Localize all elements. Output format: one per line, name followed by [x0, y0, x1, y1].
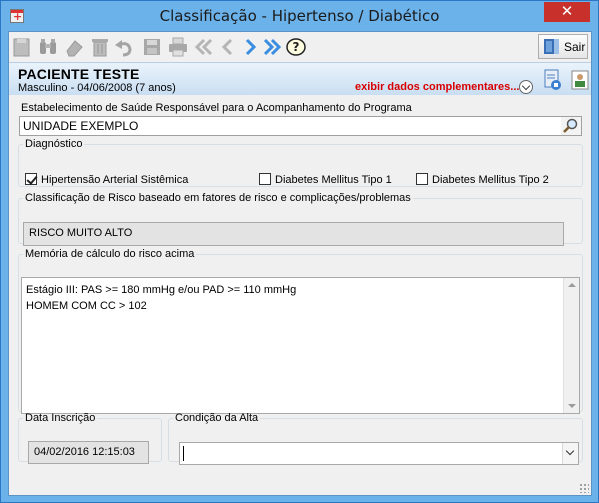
- checkbox-diabetes-tipo2[interactable]: Diabetes Mellitus Tipo 2: [416, 173, 549, 186]
- condicao-alta-group: Condição da Alta: [168, 412, 583, 465]
- risco-legend: Classificação de Risco baseado em fatore…: [25, 192, 411, 204]
- patient-info: Masculino - 04/06/2008 (7 anos): [18, 82, 176, 94]
- client-area: ? Sair PACIENTE TESTE Masculino - 04/06/…: [8, 31, 592, 496]
- patient-card-icon[interactable]: [571, 70, 589, 90]
- chevron-down-icon[interactable]: [519, 80, 533, 94]
- risco-field: RISCO MUITO ALTO: [23, 222, 564, 246]
- checkbox-hipertensao[interactable]: Hipertensão Arterial Sistêmica: [25, 173, 188, 186]
- search-icon[interactable]: [561, 117, 581, 135]
- diagnostico-group: Diagnóstico Hipertensão Arterial Sistêmi…: [18, 138, 583, 187]
- eraser-icon[interactable]: [63, 36, 85, 58]
- checkbox-box[interactable]: [25, 173, 37, 185]
- patient-name: PACIENTE TESTE: [18, 66, 140, 82]
- estabelecimento-field[interactable]: UNIDADE EXEMPLO: [19, 116, 582, 136]
- help-icon[interactable]: ?: [285, 36, 307, 58]
- exit-door-icon: [544, 39, 559, 54]
- new-icon[interactable]: [11, 36, 33, 58]
- risco-group: Classificação de Risco baseado em fatore…: [18, 192, 583, 246]
- checkbox-label: Diabetes Mellitus Tipo 1: [275, 174, 392, 186]
- complementary-data-link[interactable]: exibir dados complementares...: [355, 81, 519, 93]
- window-title: Classificação - Hipertenso / Diabético: [159, 7, 440, 25]
- memoria-textarea[interactable]: Estágio III: PAS >= 180 mmHg e/ou PAD >=…: [21, 277, 580, 414]
- estabelecimento-label: Estabelecimento de Saúde Responsável par…: [21, 102, 412, 114]
- scroll-down-icon[interactable]: [568, 404, 576, 408]
- main-window: Classificação - Hipertenso / Diabético ✕: [0, 0, 599, 503]
- condicao-alta-select[interactable]: [179, 442, 579, 465]
- next-record-icon[interactable]: [239, 36, 261, 58]
- previous-record-icon[interactable]: [217, 36, 239, 58]
- toolbar: ? Sair: [9, 32, 591, 62]
- memoria-group: Memória de cálculo do risco acima Estági…: [18, 248, 583, 414]
- checkbox-box[interactable]: [416, 173, 428, 185]
- close-button[interactable]: ✕: [544, 2, 590, 22]
- data-inscricao-group: Data Inscrição 04/02/2016 12:15:03: [18, 412, 162, 464]
- search-binoculars-icon[interactable]: [37, 36, 59, 58]
- condicao-alta-legend: Condição da Alta: [175, 412, 259, 424]
- chevron-down-icon[interactable]: [562, 443, 578, 464]
- checkbox-label: Hipertensão Arterial Sistêmica: [41, 174, 189, 186]
- undo-icon[interactable]: [113, 36, 135, 58]
- sair-button[interactable]: Sair: [538, 34, 588, 59]
- checkbox-label: Diabetes Mellitus Tipo 2: [432, 174, 549, 186]
- memoria-line: Estágio III: PAS >= 180 mmHg e/ou PAD >=…: [26, 284, 297, 296]
- memoria-legend: Memória de cálculo do risco acima: [25, 248, 195, 260]
- last-record-icon[interactable]: [261, 36, 283, 58]
- diagnostico-legend: Diagnóstico: [25, 138, 83, 150]
- trash-icon[interactable]: [89, 36, 111, 58]
- first-record-icon[interactable]: [193, 36, 215, 58]
- scroll-up-icon[interactable]: [568, 283, 576, 287]
- patient-document-icon[interactable]: [544, 69, 562, 91]
- data-inscricao-legend: Data Inscrição: [25, 412, 96, 424]
- sair-label: Sair: [564, 40, 586, 54]
- checkbox-diabetes-tipo1[interactable]: Diabetes Mellitus Tipo 1: [259, 173, 392, 186]
- svg-text:?: ?: [293, 40, 300, 54]
- patient-header: PACIENTE TESTE Masculino - 04/06/2008 (7…: [9, 62, 591, 95]
- checkbox-box[interactable]: [259, 173, 271, 185]
- title-bar[interactable]: Classificação - Hipertenso / Diabético ✕: [1, 1, 598, 31]
- vertical-scrollbar[interactable]: [563, 278, 579, 413]
- save-icon[interactable]: [141, 36, 163, 58]
- estabelecimento-value: UNIDADE EXEMPLO: [23, 119, 139, 133]
- print-icon[interactable]: [167, 36, 189, 58]
- data-inscricao-field: 04/02/2016 12:15:03: [28, 441, 149, 464]
- memoria-line: HOMEM COM CC > 102: [26, 300, 147, 312]
- resize-grip[interactable]: [579, 483, 589, 493]
- text-cursor: [183, 446, 184, 461]
